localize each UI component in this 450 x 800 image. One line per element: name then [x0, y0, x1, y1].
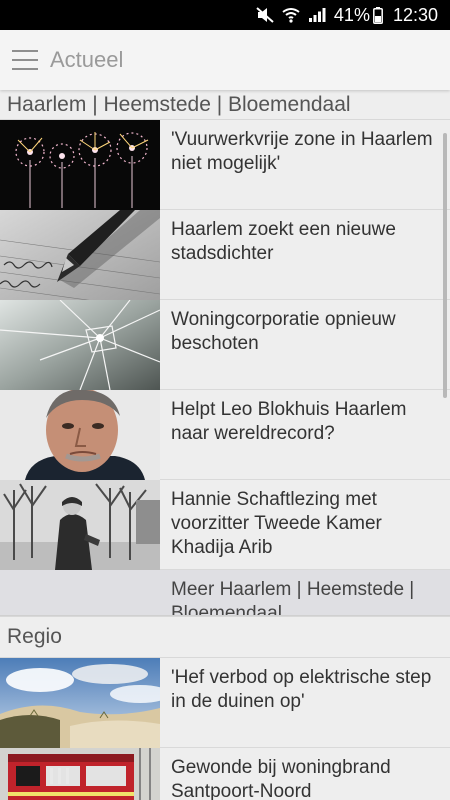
news-thumbnail-fireworks: [0, 120, 160, 210]
news-item-title: Hannie Schaftlezing met voorzitter Tweed…: [171, 489, 382, 558]
hamburger-icon: [12, 50, 38, 70]
news-thumbnail-dunes: [0, 658, 160, 748]
battery-percentage: 41%: [333, 4, 370, 25]
section-header-regio: Regio: [0, 616, 450, 658]
news-thumbnail-historic-photo: [0, 480, 160, 570]
news-item-title: 'Vuurwerkvrije zone in Haarlem niet moge…: [171, 129, 433, 174]
scrollbar[interactable]: [443, 133, 447, 398]
news-item[interactable]: Hannie Schaftlezing met voorzitter Tweed…: [0, 480, 450, 570]
wifi-icon: [282, 7, 300, 23]
news-item[interactable]: Helpt Leo Blokhuis Haarlem naar wereldre…: [0, 390, 450, 480]
news-thumbnail-shattered-glass: [0, 300, 160, 390]
news-item-title: 'Hef verbod op elektrische step in de du…: [171, 667, 432, 712]
app-screen: 41% 12:30 Actueel Haarlem | Heemstede | …: [0, 0, 450, 800]
battery-icon: [373, 6, 383, 24]
news-item[interactable]: 'Vuurwerkvrije zone in Haarlem niet moge…: [0, 120, 450, 210]
clock: 12:30: [392, 4, 438, 25]
news-item[interactable]: 'Hef verbod op elektrische step in de du…: [0, 658, 450, 748]
more-local-button[interactable]: Meer Haarlem | Heemstede | Bloemendaal: [0, 570, 450, 616]
news-thumbnail-portrait: [0, 390, 160, 480]
news-item-title: Woningcorporatie opnieuw beschoten: [171, 309, 396, 354]
page-title: Actueel: [50, 47, 124, 72]
news-item[interactable]: Haarlem zoekt een nieuwe stadsdichter: [0, 210, 450, 300]
news-list: Haarlem | Heemstede | Bloemendaal 'Vuurw…: [0, 90, 450, 800]
mute-icon: [256, 7, 274, 23]
news-thumbnail-pen: [0, 210, 160, 300]
more-local-label: Meer Haarlem | Heemstede | Bloemendaal: [171, 579, 415, 616]
section-header-local: Haarlem | Heemstede | Bloemendaal: [0, 90, 450, 120]
news-item-title: Helpt Leo Blokhuis Haarlem naar wereldre…: [171, 399, 407, 444]
status-bar: 41% 12:30: [0, 0, 450, 30]
news-item[interactable]: Gewonde bij woningbrand Santpoort-Noord: [0, 748, 450, 800]
app-bar: Actueel: [0, 30, 450, 90]
news-item[interactable]: Woningcorporatie opnieuw beschoten: [0, 300, 450, 390]
signal-icon: [308, 7, 326, 23]
news-item-title: Haarlem zoekt een nieuwe stadsdichter: [171, 219, 396, 264]
news-thumbnail-fire-truck: [0, 748, 160, 800]
menu-button[interactable]: [0, 30, 50, 90]
news-item-title: Gewonde bij woningbrand Santpoort-Noord: [171, 757, 391, 800]
